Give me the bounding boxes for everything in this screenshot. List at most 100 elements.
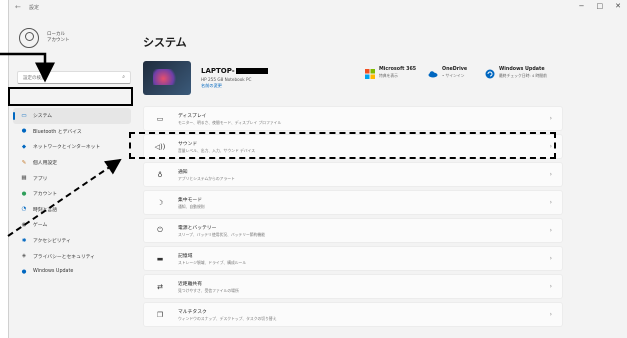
sidebar-item[interactable]: ✱ アクセシビリティ bbox=[13, 233, 131, 249]
status-sub: 特典を表示 bbox=[379, 73, 398, 78]
status-title: Microsoft 365 bbox=[379, 67, 417, 72]
gaming-icon: ◉ bbox=[21, 221, 27, 228]
display-icon: ▭ bbox=[156, 114, 164, 123]
chevron-right-icon: › bbox=[549, 115, 552, 122]
notifications-icon: ♁ bbox=[157, 170, 163, 179]
minimize-icon[interactable]: − bbox=[579, 2, 585, 10]
card-title: ディスプレイ bbox=[178, 113, 207, 119]
laptop-image bbox=[143, 61, 191, 95]
sidebar-item-label: Bluetooth とデバイス bbox=[33, 129, 82, 135]
settings-card[interactable]: ♁ 通知 アプリとシステムからのアラート › bbox=[143, 162, 563, 187]
sidebar-item[interactable]: ◉ ゲーム bbox=[13, 217, 131, 233]
sidebar: ローカル アカウント 設定の検索 ⌕ ▭ システム ● Bluetooth とデバイス… bbox=[9, 18, 135, 338]
sidebar-item[interactable]: ◆ ネットワークとインターネット bbox=[13, 139, 131, 155]
status-windows-update[interactable]: Windows Update 最終チェック日時: 4 時間前 bbox=[485, 67, 547, 79]
search-placeholder: 設定の検索 bbox=[23, 76, 46, 81]
redaction-bar bbox=[235, 68, 268, 74]
search-input[interactable]: 設定の検索 ⌕ bbox=[17, 71, 131, 84]
card-description: スリープ、バッテリ使用状況、バッテリー節約機能 bbox=[178, 231, 265, 237]
microsoft365-icon bbox=[365, 69, 375, 79]
chevron-right-icon: › bbox=[549, 227, 552, 234]
chevron-right-icon: › bbox=[549, 311, 552, 318]
power-icon: ⏻ bbox=[157, 226, 163, 234]
pc-info: LAPTOP- HP 255 G8 Notebook PC 名前の変更 bbox=[201, 67, 268, 89]
rename-link[interactable]: 名前の変更 bbox=[201, 83, 268, 89]
card-description: モニター、明るさ、夜間モード、ディスプレイ プロファイル bbox=[178, 119, 282, 125]
avatar-icon bbox=[19, 28, 39, 48]
sidebar-item[interactable]: ● Bluetooth とデバイス bbox=[13, 124, 131, 140]
profile-name-line2: アカウント bbox=[47, 38, 70, 43]
sidebar-item-label: 時刻と言語 bbox=[33, 207, 57, 213]
time-language-icon: ◔ bbox=[21, 206, 27, 213]
sidebar-item-label: アプリ bbox=[33, 176, 48, 182]
back-arrow-icon[interactable]: ← bbox=[15, 3, 21, 11]
sidebar-item-label: システム bbox=[33, 114, 53, 120]
sidebar-item[interactable]: ◔ 時刻と言語 bbox=[13, 202, 131, 218]
card-title: 記憶域 bbox=[178, 253, 193, 259]
settings-window: ← 設定 − □ ✕ ローカル アカウント 設定の検索 ⌕ ▭ システム ● Blue… bbox=[8, 0, 627, 338]
close-icon[interactable]: ✕ bbox=[615, 2, 621, 10]
card-description: 通知、自動規則 bbox=[178, 203, 205, 209]
settings-card[interactable]: ☽ 集中モード 通知、自動規則 › bbox=[143, 190, 563, 215]
status-title: OneDrive bbox=[442, 67, 468, 72]
storage-icon: ▬ bbox=[156, 254, 164, 263]
card-title: 通知 bbox=[178, 169, 188, 175]
apps-icon: ▦ bbox=[21, 175, 27, 182]
card-text: 記憶域 ストレージ領域、ドライブ、構成ルール bbox=[178, 252, 246, 266]
maximize-icon[interactable]: □ bbox=[597, 2, 604, 10]
card-title: 集中モード bbox=[178, 197, 202, 203]
card-description: アプリとシステムからのアラート bbox=[178, 175, 235, 181]
card-title: マルチタスク bbox=[178, 309, 207, 315]
device-banner: LAPTOP- HP 255 G8 Notebook PC 名前の変更 Micr… bbox=[143, 58, 608, 98]
annotation-box-system bbox=[8, 87, 133, 106]
card-text: 集中モード 通知、自動規則 bbox=[178, 196, 205, 210]
settings-card[interactable]: ⏻ 電源とバッテリー スリープ、バッテリ使用状況、バッテリー節約機能 › bbox=[143, 218, 563, 243]
network-icon: ◆ bbox=[21, 143, 27, 150]
chevron-right-icon: › bbox=[549, 255, 552, 262]
sidebar-item-label: アカウント bbox=[33, 192, 57, 198]
chevron-right-icon: › bbox=[549, 199, 552, 206]
sidebar-item[interactable]: ▦ アプリ bbox=[13, 170, 131, 186]
card-text: 通知 アプリとシステムからのアラート bbox=[178, 168, 235, 182]
profile-name: ローカル アカウント bbox=[47, 32, 70, 44]
card-title: 電源とバッテリー bbox=[178, 225, 217, 231]
card-text: マルチタスク ウィンドウのスナップ、デスクトップ、タスクの切り替え bbox=[178, 308, 277, 322]
settings-card[interactable]: ▭ ディスプレイ モニター、明るさ、夜間モード、ディスプレイ プロファイル › bbox=[143, 106, 563, 131]
status-sub: 最終チェック日時: 4 時間前 bbox=[499, 73, 547, 78]
settings-card[interactable]: ▬ 記憶域 ストレージ領域、ドライブ、構成ルール › bbox=[143, 246, 563, 271]
status-onedrive[interactable]: OneDrive • サインイン bbox=[428, 67, 467, 79]
card-text: ディスプレイ モニター、明るさ、夜間モード、ディスプレイ プロファイル bbox=[178, 112, 281, 126]
privacy-icon: ◈ bbox=[21, 253, 27, 260]
sidebar-item[interactable]: ◈ プライバシーとセキュリティ bbox=[13, 248, 131, 264]
user-profile[interactable]: ローカル アカウント bbox=[19, 28, 70, 48]
bluetooth-icon: ● bbox=[21, 128, 27, 135]
system-icon: ▭ bbox=[21, 112, 27, 119]
windows-update-status-icon bbox=[485, 69, 495, 79]
card-description: ウィンドウのスナップ、デスクトップ、タスクの切り替え bbox=[178, 315, 277, 321]
chevron-right-icon: › bbox=[549, 171, 552, 178]
card-description: 見つけやすさ、受信ファイルの場所 bbox=[178, 287, 239, 293]
settings-card[interactable]: ❐ マルチタスク ウィンドウのスナップ、デスクトップ、タスクの切り替え › bbox=[143, 302, 563, 327]
status-microsoft365[interactable]: Microsoft 365 特典を表示 bbox=[365, 67, 416, 79]
windows-update-icon: ● bbox=[21, 268, 27, 275]
main-content: システム LAPTOP- HP 255 G8 Notebook PC 名前の変更… bbox=[135, 18, 627, 338]
sidebar-item[interactable]: ✎ 個人用設定 bbox=[13, 155, 131, 171]
settings-card[interactable]: ⇄ 近距離共有 見つけやすさ、受信ファイルの場所 › bbox=[143, 274, 563, 299]
nearby-sharing-icon: ⇄ bbox=[157, 282, 163, 291]
app-title: 設定 bbox=[29, 5, 40, 11]
accessibility-icon: ✱ bbox=[21, 237, 27, 244]
personalization-icon: ✎ bbox=[21, 159, 27, 166]
sidebar-item-label: Windows Update bbox=[33, 269, 74, 275]
annotation-dashed-box-sound bbox=[129, 132, 556, 159]
sidebar-item-label: ゲーム bbox=[33, 223, 48, 229]
accounts-icon: ● bbox=[21, 190, 27, 197]
sidebar-nav: ▭ システム ● Bluetooth とデバイス ◆ ネットワークとインターネット ✎ 個人用… bbox=[13, 108, 131, 280]
title-bar: ← 設定 − □ ✕ bbox=[9, 0, 627, 18]
focus-icon: ☽ bbox=[156, 198, 164, 207]
card-text: 電源とバッテリー スリープ、バッテリ使用状況、バッテリー節約機能 bbox=[178, 224, 265, 238]
pc-name-text: LAPTOP- bbox=[201, 67, 235, 75]
sidebar-item[interactable]: ● アカウント bbox=[13, 186, 131, 202]
window-controls: − □ ✕ bbox=[579, 2, 621, 10]
sidebar-item[interactable]: ● Windows Update bbox=[13, 264, 131, 280]
sidebar-item[interactable]: ▭ システム bbox=[13, 108, 131, 124]
